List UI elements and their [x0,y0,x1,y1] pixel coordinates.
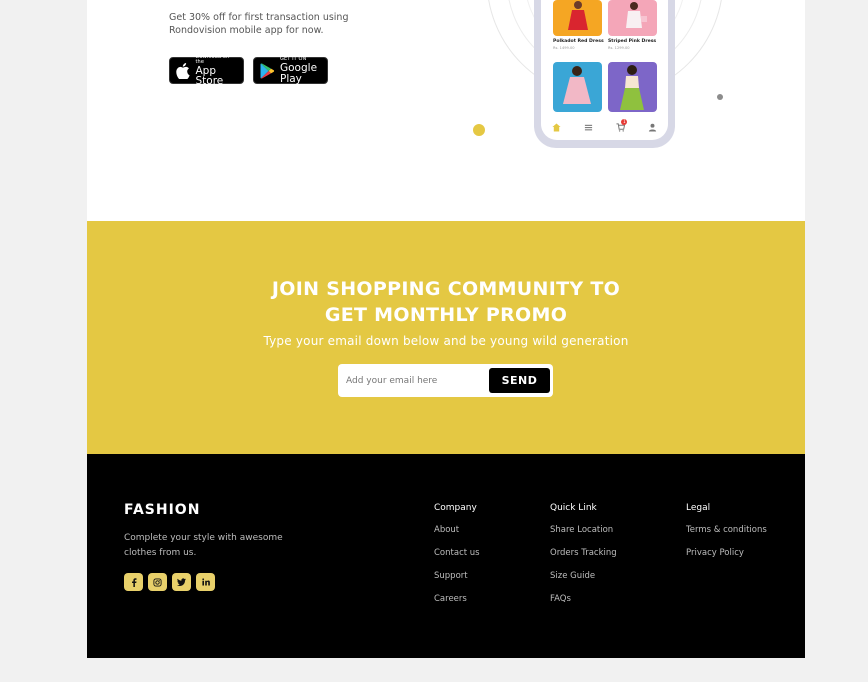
footer-column-company: Company About Contact us Support Careers [434,503,480,617]
footer-link-orders-tracking[interactable]: Orders Tracking [550,548,617,571]
instagram-icon[interactable] [148,573,167,591]
facebook-icon[interactable] [124,573,143,591]
google-play-button[interactable]: GET IT ON Google Play [253,57,328,84]
footer-link-support[interactable]: Support [434,571,480,594]
google-play-label: Google Play [280,62,318,85]
product-price: Rs. 1299.00 [608,46,630,50]
google-play-icon [260,62,275,80]
decorative-gray-dot [717,94,723,100]
footer-link-about[interactable]: About [434,525,480,548]
product-price: Rs. 1499.00 [553,46,575,50]
newsletter-form: SEND [338,364,553,397]
footer-column-heading: Company [434,503,477,513]
footer-column-heading: Quick Link [550,503,597,513]
linkedin-icon[interactable] [196,573,215,591]
footer-column-heading: Legal [686,503,711,513]
social-links [124,573,215,591]
footer-link-faqs[interactable]: FAQs [550,594,617,617]
profile-icon[interactable] [647,122,657,132]
cart-icon[interactable]: 1 [615,119,628,132]
footer-column-quick-link: Quick Link Share Location Orders Trackin… [550,503,617,617]
footer-link-contact[interactable]: Contact us [434,548,480,571]
footer-tagline: Complete your style with awesome clothes… [124,533,283,558]
newsletter-title: JOIN SHOPPING COMMUNITY TO GET MONTHLY P… [87,276,805,328]
phone-mockup: Polkadot Red Dress Rs. 1499.00 Striped P… [534,0,675,148]
send-button[interactable]: SEND [489,368,550,393]
footer-link-size-guide[interactable]: Size Guide [550,571,617,594]
footer-column-legal: Legal Terms & conditions Privacy Policy [686,503,767,571]
newsletter-title-line2: GET MONTHLY PROMO [324,304,568,326]
product-card[interactable] [553,62,602,112]
app-store-small-label: Download on the [195,53,230,65]
footer: FASHION Complete your style with awesome… [87,454,805,658]
newsletter-section: JOIN SHOPPING COMMUNITY TO GET MONTHLY P… [87,221,805,454]
phone-screen: Polkadot Red Dress Rs. 1499.00 Striped P… [541,0,668,140]
footer-brand: FASHION [124,502,201,518]
cart-badge: 1 [621,119,628,125]
product-name: Polkadot Red Dress [553,39,604,44]
menu-icon[interactable] [584,122,594,132]
home-icon[interactable] [552,122,562,132]
product-name: Striped Pink Dress [608,39,657,44]
twitter-icon[interactable] [172,573,191,591]
promo-text: Get 30% off for first transaction using … [169,12,349,36]
app-download-section: Get 30% off for first transaction using … [87,0,805,221]
email-input[interactable] [346,370,486,391]
product-image [553,62,602,112]
product-card[interactable]: Polkadot Red Dress Rs. 1499.00 [553,0,604,50]
product-image [608,62,657,112]
app-store-button[interactable]: Download on the App Store [169,53,244,87]
newsletter-subtitle: Type your email down below and be young … [263,334,629,348]
apple-icon [176,62,190,80]
product-image [553,0,602,36]
phone-bottom-nav: 1 [541,119,668,132]
footer-link-share-location[interactable]: Share Location [550,525,617,548]
product-card[interactable]: Striped Pink Dress Rs. 1299.00 [608,0,657,50]
footer-link-terms[interactable]: Terms & conditions [686,525,767,548]
decorative-yellow-dot [473,124,485,136]
newsletter-title-line1: JOIN SHOPPING COMMUNITY TO [271,278,621,300]
product-image [608,0,657,36]
app-store-label: App Store [195,64,224,87]
footer-link-careers[interactable]: Careers [434,594,480,617]
product-card[interactable] [608,62,657,112]
footer-link-privacy[interactable]: Privacy Policy [686,548,767,571]
